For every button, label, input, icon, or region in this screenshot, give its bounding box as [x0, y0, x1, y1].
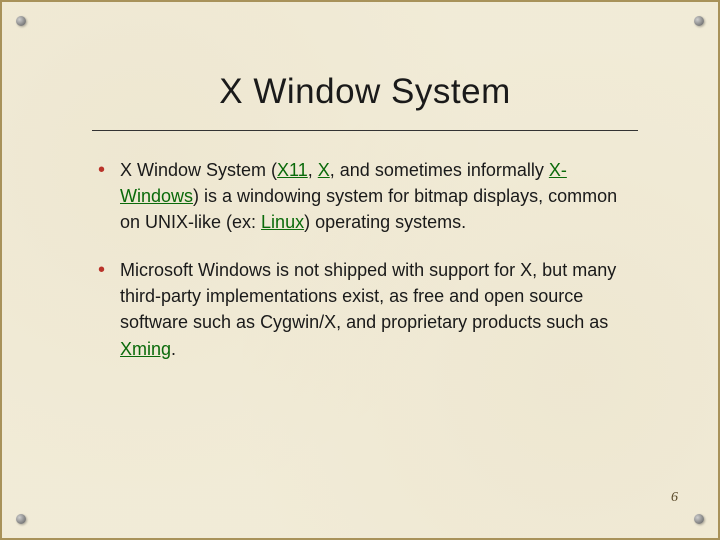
text: , [308, 160, 318, 180]
title-divider [92, 130, 638, 131]
text: Microsoft Windows is not shipped with su… [120, 260, 616, 332]
link-x11[interactable]: X11 [277, 160, 308, 180]
bullet-item-2: Microsoft Windows is not shipped with su… [92, 257, 638, 361]
text: . [171, 339, 176, 359]
text: ) operating systems. [304, 212, 466, 232]
page-number: 6 [671, 490, 678, 506]
slide-content: X Window System X Window System (X11, X,… [92, 72, 638, 498]
corner-pin-bottom-right [694, 514, 704, 524]
corner-pin-top-left [16, 16, 26, 26]
bullet-item-1: X Window System (X11, X, and sometimes i… [92, 157, 638, 235]
link-linux[interactable]: Linux [261, 212, 304, 232]
link-x[interactable]: X [318, 160, 330, 180]
link-xming[interactable]: Xming [120, 339, 171, 359]
text: X Window System ( [120, 160, 277, 180]
text: , and sometimes informally [330, 160, 549, 180]
slide-title: X Window System [92, 72, 638, 112]
bullet-list: X Window System (X11, X, and sometimes i… [92, 157, 638, 362]
corner-pin-bottom-left [16, 514, 26, 524]
corner-pin-top-right [694, 16, 704, 26]
